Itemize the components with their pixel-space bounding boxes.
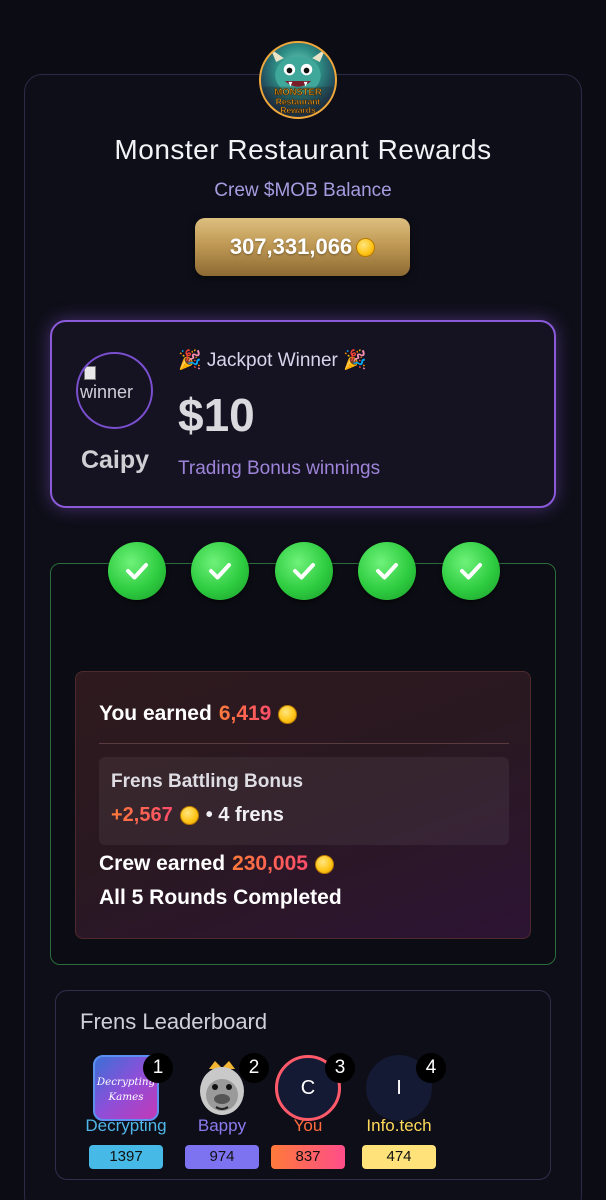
coin-icon — [278, 704, 298, 724]
you-earned-row: You earned 6,419 — [99, 702, 298, 726]
frens-bonus-title: Frens Battling Bonus — [111, 771, 304, 792]
logo-text-line-3: Rewards — [280, 105, 316, 115]
you-earned-value: 6,419 — [218, 702, 272, 725]
round-5-check-icon — [442, 542, 500, 600]
leaderboard-entry[interactable]: I 4 Info.tech 474 — [351, 1053, 447, 1173]
broken-image-icon — [84, 366, 96, 380]
leaderboard-entry-you[interactable]: C 3 You 837 — [260, 1053, 356, 1173]
winner-avatar-alt: winner — [80, 382, 134, 402]
coin-icon — [314, 854, 334, 874]
round-2-check-icon — [191, 542, 249, 600]
avatar-letter: I — [396, 1076, 402, 1099]
jackpot-title: 🎉 Jackpot Winner 🎉 — [178, 350, 367, 371]
avatar-letter: C — [300, 1076, 316, 1099]
leaderboard-score: 837 — [271, 1145, 345, 1169]
leaderboard-name: Info.tech — [366, 1116, 432, 1135]
crew-earned-label: Crew earned — [99, 852, 226, 875]
you-earned-label: You earned — [99, 702, 212, 725]
crew-earned-row: Crew earned 230,005 — [99, 852, 334, 876]
frens-count: • 4 frens — [205, 804, 284, 826]
balance-pill: 307,331,066 — [195, 218, 410, 276]
coin-icon — [179, 806, 199, 825]
leaderboard-score: 1397 — [89, 1145, 163, 1169]
logo-image: MONSTER Restaurant Rewards — [262, 48, 334, 115]
jackpot-card: winner Caipy 🎉 Jackpot Winner 🎉 $10 Trad… — [50, 320, 556, 508]
coin-icon — [356, 237, 376, 257]
leaderboard-score: 474 — [362, 1145, 436, 1169]
rewards-screen: MONSTER Restaurant Rewards Monster Resta… — [0, 0, 606, 1200]
rounds-status: All 5 Rounds Completed — [99, 886, 342, 909]
avatar-text: Kames — [107, 1091, 143, 1103]
leaderboard-score: 974 — [185, 1145, 259, 1169]
jackpot-amount: $10 — [178, 389, 255, 441]
rank-badge: 1 — [143, 1053, 173, 1083]
divider — [99, 743, 509, 744]
balance-value: 307,331,066 — [229, 234, 353, 259]
round-4-check-icon — [358, 542, 416, 600]
frens-leaderboard: Frens Leaderboard Decrypting Kames 1 Dec… — [55, 990, 551, 1180]
jackpot-subtitle: Trading Bonus winnings — [178, 458, 381, 479]
leaderboard-entry[interactable]: 2 Bappy 974 — [174, 1053, 270, 1173]
rank-badge: 4 — [416, 1053, 446, 1083]
round-3-check-icon — [275, 542, 333, 600]
app-title: Monster Restaurant Rewards — [114, 134, 492, 165]
winner-name: Caipy — [80, 446, 150, 474]
monster-restaurant-logo: MONSTER Restaurant Rewards — [259, 41, 337, 119]
leaderboard-entry[interactable]: Decrypting Kames 1 Decrypting 1397 — [78, 1053, 174, 1173]
crew-earned-value: 230,005 — [232, 852, 308, 875]
winner-avatar: winner — [76, 352, 153, 429]
frens-bonus-box: Frens Battling Bonus +2,567 • 4 frens — [99, 757, 509, 845]
round-1-check-icon — [108, 542, 166, 600]
leaderboard-title: Frens Leaderboard — [80, 1009, 268, 1034]
frens-bonus-row: +2,567 • 4 frens — [111, 804, 284, 827]
balance-label: Crew $MOB Balance — [214, 180, 392, 201]
earnings-summary: You earned 6,419 Frens Battling Bonus +2… — [75, 671, 531, 939]
frens-bonus-value: +2,567 — [111, 804, 173, 826]
